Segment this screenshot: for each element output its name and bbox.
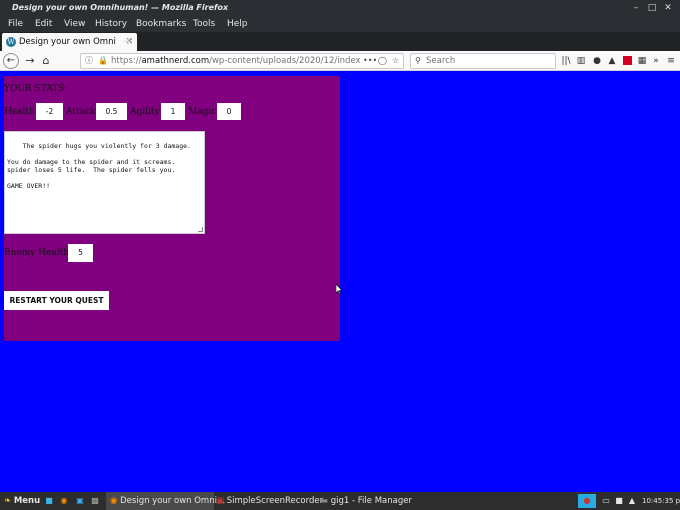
url-prefix: https://: [111, 56, 142, 66]
search-bar[interactable]: ⚲ Search: [410, 53, 556, 69]
back-button[interactable]: ←: [3, 53, 19, 69]
search-icon: ⚲: [415, 56, 421, 65]
menu-view[interactable]: View: [64, 16, 85, 32]
shield-icon[interactable]: ▲: [606, 53, 618, 69]
info-icon[interactable]: ⓘ: [85, 54, 93, 68]
wordpress-icon: W: [6, 37, 16, 47]
menu-bar: File Edit View History Bookmarks Tools H…: [0, 16, 680, 32]
bookmark-star-icon[interactable]: ☆: [392, 54, 399, 68]
agility-label: Agility: [130, 107, 160, 117]
firefox-icon: ◉: [110, 496, 118, 506]
attack-value: 0.5: [96, 103, 127, 120]
mint-logo-icon: ❧: [4, 496, 12, 506]
close-window-button[interactable]: ✕: [662, 0, 674, 16]
recorder-icon: ▣: [216, 496, 225, 506]
resize-handle-icon[interactable]: [198, 227, 203, 232]
menu-help[interactable]: Help: [227, 16, 248, 32]
url-text[interactable]: https://amathnerd.com/wp-content/uploads…: [111, 54, 361, 68]
tab-omnihuman[interactable]: W Design your own Omni ✕: [2, 33, 137, 51]
terminal-launcher-icon[interactable]: ▩: [90, 494, 100, 508]
page-actions-icon[interactable]: •••: [363, 54, 377, 68]
stats-title: YOUR STATS:: [4, 84, 68, 94]
magic-value: 0: [217, 103, 241, 120]
library-icon[interactable]: ||\: [560, 53, 572, 69]
show-desktop-icon[interactable]: ■: [44, 494, 54, 508]
taskbar-item-file-manager-label: gig1 - File Manager: [330, 496, 412, 506]
menu-history[interactable]: History: [95, 16, 127, 32]
taskbar: ❧ Menu ■ ◉ ▣ ▩ ◉ Design your own Omni...…: [0, 492, 680, 510]
camera-tray-icon[interactable]: ■: [614, 494, 624, 508]
display-tray-icon[interactable]: ▭: [601, 494, 611, 508]
battle-log-textarea[interactable]: The spider hugs you violently for 3 dama…: [4, 131, 205, 234]
account-icon[interactable]: ●: [591, 53, 603, 69]
extension-red-icon[interactable]: [621, 53, 633, 69]
enemy-health-label: Enemy Health: [4, 248, 70, 258]
home-button[interactable]: ⌂: [38, 52, 54, 70]
tab-bar: W Design your own Omni ✕: [0, 32, 680, 51]
hamburger-menu-icon[interactable]: ≡: [665, 53, 677, 69]
enemy-health-value: 5: [68, 244, 93, 262]
extension-grid-icon[interactable]: ▦: [636, 53, 648, 69]
window-title-bar: Design your own Omnihuman! — Mozilla Fir…: [0, 0, 680, 16]
menu-bookmarks[interactable]: Bookmarks: [136, 16, 186, 32]
tab-title: Design your own Omni: [19, 37, 116, 47]
magic-label: Magic: [188, 107, 217, 117]
volume-tray-icon[interactable]: ▲: [627, 494, 637, 508]
restart-quest-button[interactable]: RESTART YOUR QUEST: [4, 291, 109, 310]
sidebar-icon[interactable]: ▥: [575, 53, 587, 69]
agility-value: 1: [161, 103, 185, 120]
taskbar-item-screenrecorder-label: SimpleScreenRecorder: [226, 496, 324, 506]
firefox-launcher-icon[interactable]: ◉: [59, 494, 69, 508]
pocket-icon[interactable]: ◯: [378, 54, 387, 68]
start-menu-label: Menu: [13, 496, 41, 506]
minimize-button[interactable]: –: [630, 0, 642, 16]
menu-edit[interactable]: Edit: [35, 16, 52, 32]
folder-icon: ▬: [320, 496, 329, 506]
taskbar-item-firefox[interactable]: ◉ Design your own Omni...: [106, 492, 225, 510]
health-value: -2: [36, 103, 63, 120]
search-placeholder: Search: [426, 56, 456, 66]
forward-button[interactable]: →: [22, 52, 38, 70]
menu-file[interactable]: File: [8, 16, 23, 32]
lock-icon: 🔒: [98, 56, 108, 65]
menu-tools[interactable]: Tools: [193, 16, 215, 32]
record-tray-icon[interactable]: ●: [578, 494, 596, 508]
window-title: Design your own Omnihuman! — Mozilla Fir…: [12, 3, 229, 12]
files-launcher-icon[interactable]: ▣: [75, 494, 85, 508]
battle-log-text: The spider hugs you violently for 3 dama…: [7, 142, 191, 190]
game-panel: YOUR STATS: Health -2 Attack 0.5 Agility…: [4, 76, 340, 341]
overflow-menu-icon[interactable]: »: [650, 53, 662, 69]
taskbar-item-file-manager[interactable]: ▬ gig1 - File Manager: [320, 492, 420, 510]
taskbar-item-firefox-label: Design your own Omni...: [120, 496, 226, 506]
taskbar-item-screenrecorder[interactable]: ▣ SimpleScreenRecorder: [216, 492, 323, 510]
health-label: Health: [4, 107, 35, 117]
start-menu-button[interactable]: ❧ Menu: [4, 492, 44, 510]
url-path: /wp-content/uploads/2020/12/index.ht: [209, 56, 361, 66]
attack-label: Attack: [66, 107, 96, 117]
new-tab-button[interactable]: +: [122, 34, 134, 48]
url-host: amathnerd.com: [141, 56, 210, 66]
mouse-cursor-icon: [336, 284, 342, 294]
url-bar[interactable]: ⓘ 🔒 https://amathnerd.com/wp-content/upl…: [80, 53, 404, 69]
navigation-toolbar: ← → ⌂ ⓘ 🔒 https://amathnerd.com/wp-conte…: [0, 51, 680, 71]
clock[interactable]: 10:45:35 pm: [642, 492, 680, 510]
maximize-button[interactable]: □: [646, 0, 658, 16]
